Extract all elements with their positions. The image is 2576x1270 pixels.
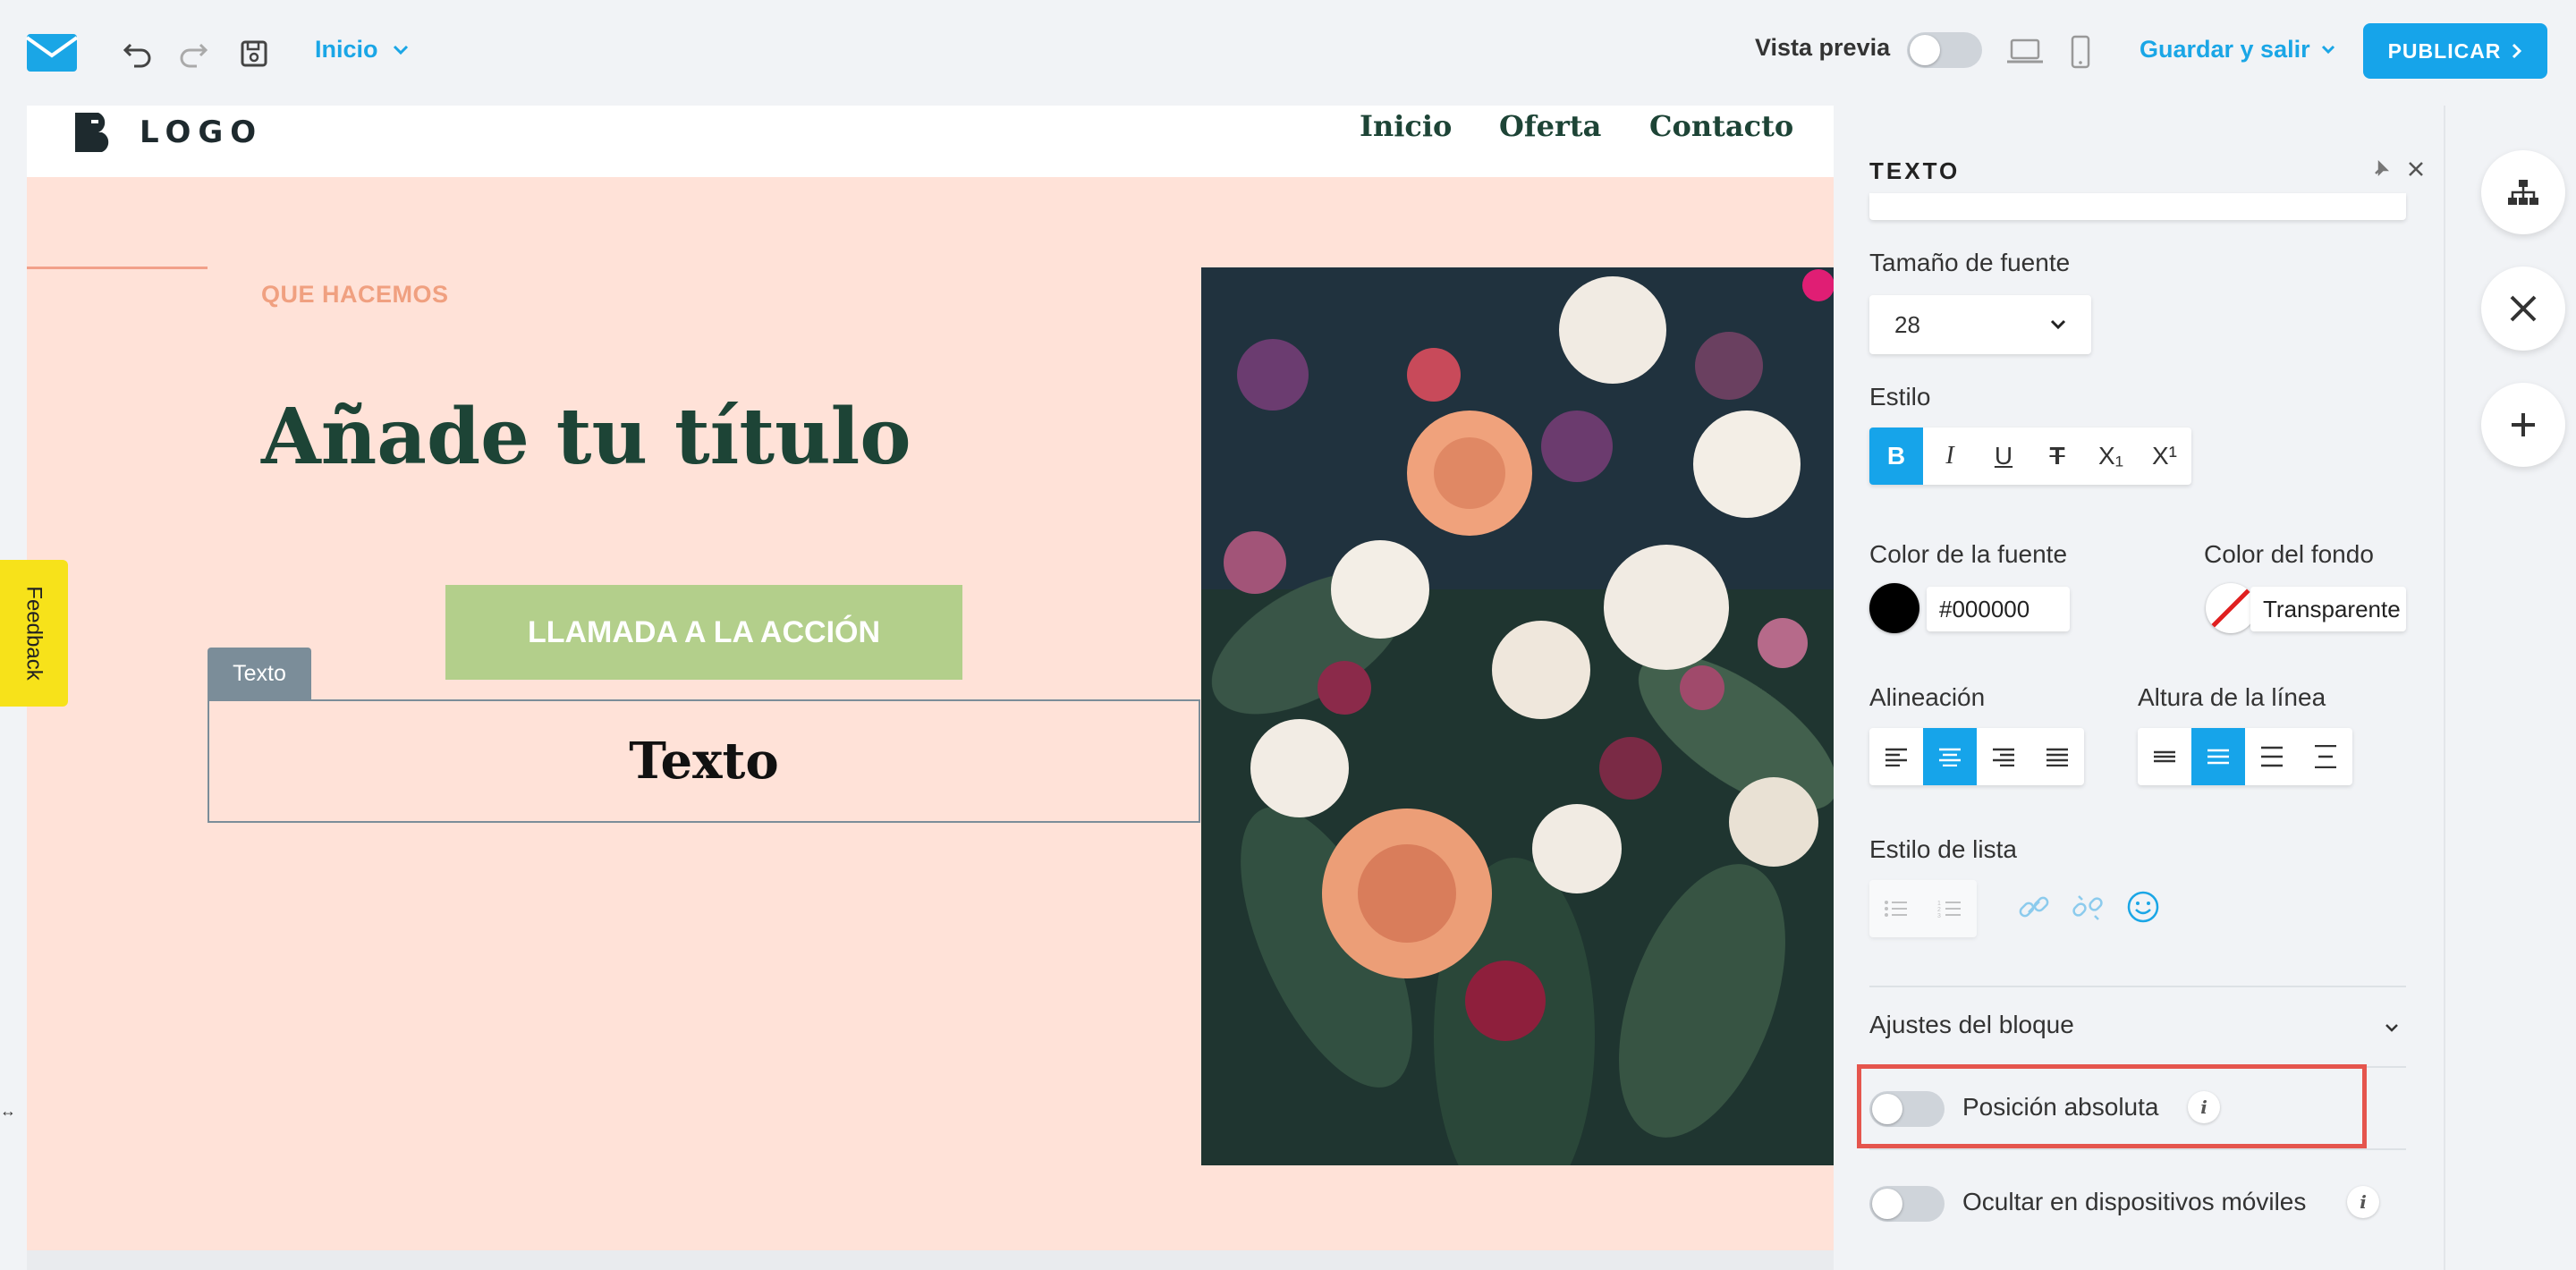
preview-toggle[interactable] [1907, 32, 1982, 68]
nav-link-contacto[interactable]: Contacto [1649, 109, 1793, 143]
info-icon[interactable]: i [2347, 1186, 2379, 1218]
svg-text:1: 1 [1937, 901, 1941, 907]
page-selector[interactable]: Inicio [315, 36, 409, 64]
chevron-right-icon [2512, 43, 2522, 59]
desktop-icon[interactable] [2005, 36, 2045, 68]
font-color-input[interactable]: #000000 [1927, 587, 2070, 631]
text-element-tag[interactable]: Texto [208, 648, 311, 699]
block-settings-toggle[interactable]: Ajustes del bloque [1869, 1011, 2074, 1039]
align-center-button[interactable] [1923, 728, 1977, 785]
numbered-list-button[interactable]: 123 [1923, 880, 1977, 937]
style-label: Estilo [1869, 383, 1931, 411]
line-height-4-button[interactable] [2299, 728, 2352, 785]
chevron-down-icon[interactable] [2385, 1023, 2399, 1034]
section-divider [1869, 986, 2406, 987]
chevron-down-icon [393, 45, 408, 55]
font-color-swatch[interactable] [1869, 583, 1919, 633]
nav-link-inicio[interactable]: Inicio [1360, 109, 1452, 143]
font-color-label: Color de la fuente [1869, 540, 2068, 568]
chevron-down-icon [2321, 45, 2334, 54]
sitemap-button[interactable] [2481, 150, 2565, 234]
cta-button[interactable]: LLAMADA A LA ACCIÓN [445, 585, 962, 680]
font-size-select[interactable]: 28 [1869, 295, 2091, 354]
feedback-tab[interactable]: Feedback [0, 560, 68, 707]
mobile-icon[interactable] [2066, 32, 2095, 72]
publish-label: PUBLICAR [2387, 38, 2502, 63]
feedback-label: Feedback [22, 586, 47, 681]
bg-color-swatch[interactable] [2206, 583, 2256, 633]
highlight-annotation [1857, 1064, 2367, 1148]
plus-icon [2512, 413, 2535, 436]
close-panel-icon[interactable] [2408, 161, 2424, 182]
selected-text-block[interactable]: Texto [208, 699, 1200, 823]
preview-label: Vista previa [1755, 34, 1891, 61]
bouquet-photo[interactable] [1201, 267, 1834, 1165]
no-color-icon [2211, 588, 2250, 628]
site-header[interactable]: LOGO Inicio Oferta Contacto [27, 106, 1834, 177]
text-style-buttons: B I U T X₁ X¹ [1869, 428, 2191, 485]
save-and-exit-label: Guardar y salir [2140, 36, 2310, 63]
svg-text:3: 3 [1937, 913, 1941, 919]
emoji-icon[interactable] [2125, 889, 2161, 929]
underline-button[interactable]: U [1977, 428, 2030, 485]
alignment-buttons [1869, 728, 2084, 785]
section-kicker[interactable]: QUE HACEMOS [261, 281, 449, 309]
align-right-button[interactable] [1977, 728, 2030, 785]
alignment-label: Alineación [1869, 683, 1986, 711]
accent-line [27, 267, 208, 269]
add-element-button[interactable] [2481, 383, 2565, 467]
previous-field[interactable] [1869, 193, 2406, 220]
chevron-down-icon [2050, 319, 2066, 330]
nav-link-oferta[interactable]: Oferta [1499, 109, 1601, 143]
strikethrough-button[interactable]: T [2030, 428, 2084, 485]
line-height-3-button[interactable] [2245, 728, 2299, 785]
resize-handle-icon[interactable]: ↔ [0, 1102, 16, 1120]
font-size-value: 28 [1894, 310, 1920, 338]
svg-text:2: 2 [1937, 907, 1941, 913]
redo-icon[interactable] [175, 36, 211, 72]
italic-button[interactable]: I [1923, 428, 1977, 485]
line-height-2-button[interactable] [2191, 728, 2245, 785]
sitemap-icon [2508, 180, 2538, 205]
hide-mobile-label: Ocultar en dispositivos móviles [1962, 1188, 2307, 1215]
tools-icon [2510, 295, 2537, 322]
hide-mobile-toggle[interactable] [1869, 1186, 1945, 1222]
superscript-button[interactable]: X¹ [2138, 428, 2191, 485]
align-justify-button[interactable] [2030, 728, 2084, 785]
publish-button[interactable]: PUBLICAR [2363, 23, 2547, 79]
right-rail [2444, 106, 2576, 1270]
bullet-list-button[interactable] [1869, 880, 1923, 937]
list-style-buttons: 123 [1869, 880, 1977, 937]
canvas-footer-strip [27, 1250, 1834, 1270]
page-canvas: LOGO Inicio Oferta Contacto QUE HACEMOS … [27, 106, 1834, 1270]
link-icon[interactable] [2016, 889, 2052, 929]
font-size-label: Tamaño de fuente [1869, 249, 2071, 276]
line-height-buttons [2138, 728, 2352, 785]
line-height-1-button[interactable] [2138, 728, 2191, 785]
site-logo[interactable]: LOGO [72, 109, 263, 156]
top-toolbar: Inicio Vista previa Guardar y salir PUBL… [0, 0, 2576, 106]
page-title[interactable]: Añade tu título [261, 392, 911, 482]
brand-envelope-icon[interactable] [25, 32, 79, 73]
logo-text: LOGO [140, 114, 264, 150]
section-divider [1869, 1148, 2406, 1150]
page-selector-label: Inicio [315, 36, 378, 63]
list-style-label: Estilo de lista [1869, 835, 2017, 863]
save-and-exit-button[interactable]: Guardar y salir [2140, 36, 2335, 64]
bold-button[interactable]: B [1869, 428, 1923, 485]
save-icon[interactable] [236, 36, 272, 72]
panel-title: TEXTO [1869, 157, 1961, 184]
logo-mark-icon [75, 113, 109, 152]
unlink-icon[interactable] [2070, 889, 2106, 929]
pin-icon[interactable] [2370, 159, 2390, 183]
undo-icon[interactable] [120, 36, 156, 72]
tools-button[interactable] [2481, 267, 2565, 351]
bg-color-label: Color del fondo [2204, 540, 2374, 568]
bg-color-input[interactable]: Transparente [2250, 587, 2406, 631]
subscript-button[interactable]: X₁ [2084, 428, 2138, 485]
align-left-button[interactable] [1869, 728, 1923, 785]
line-height-label: Altura de la línea [2138, 683, 2326, 711]
